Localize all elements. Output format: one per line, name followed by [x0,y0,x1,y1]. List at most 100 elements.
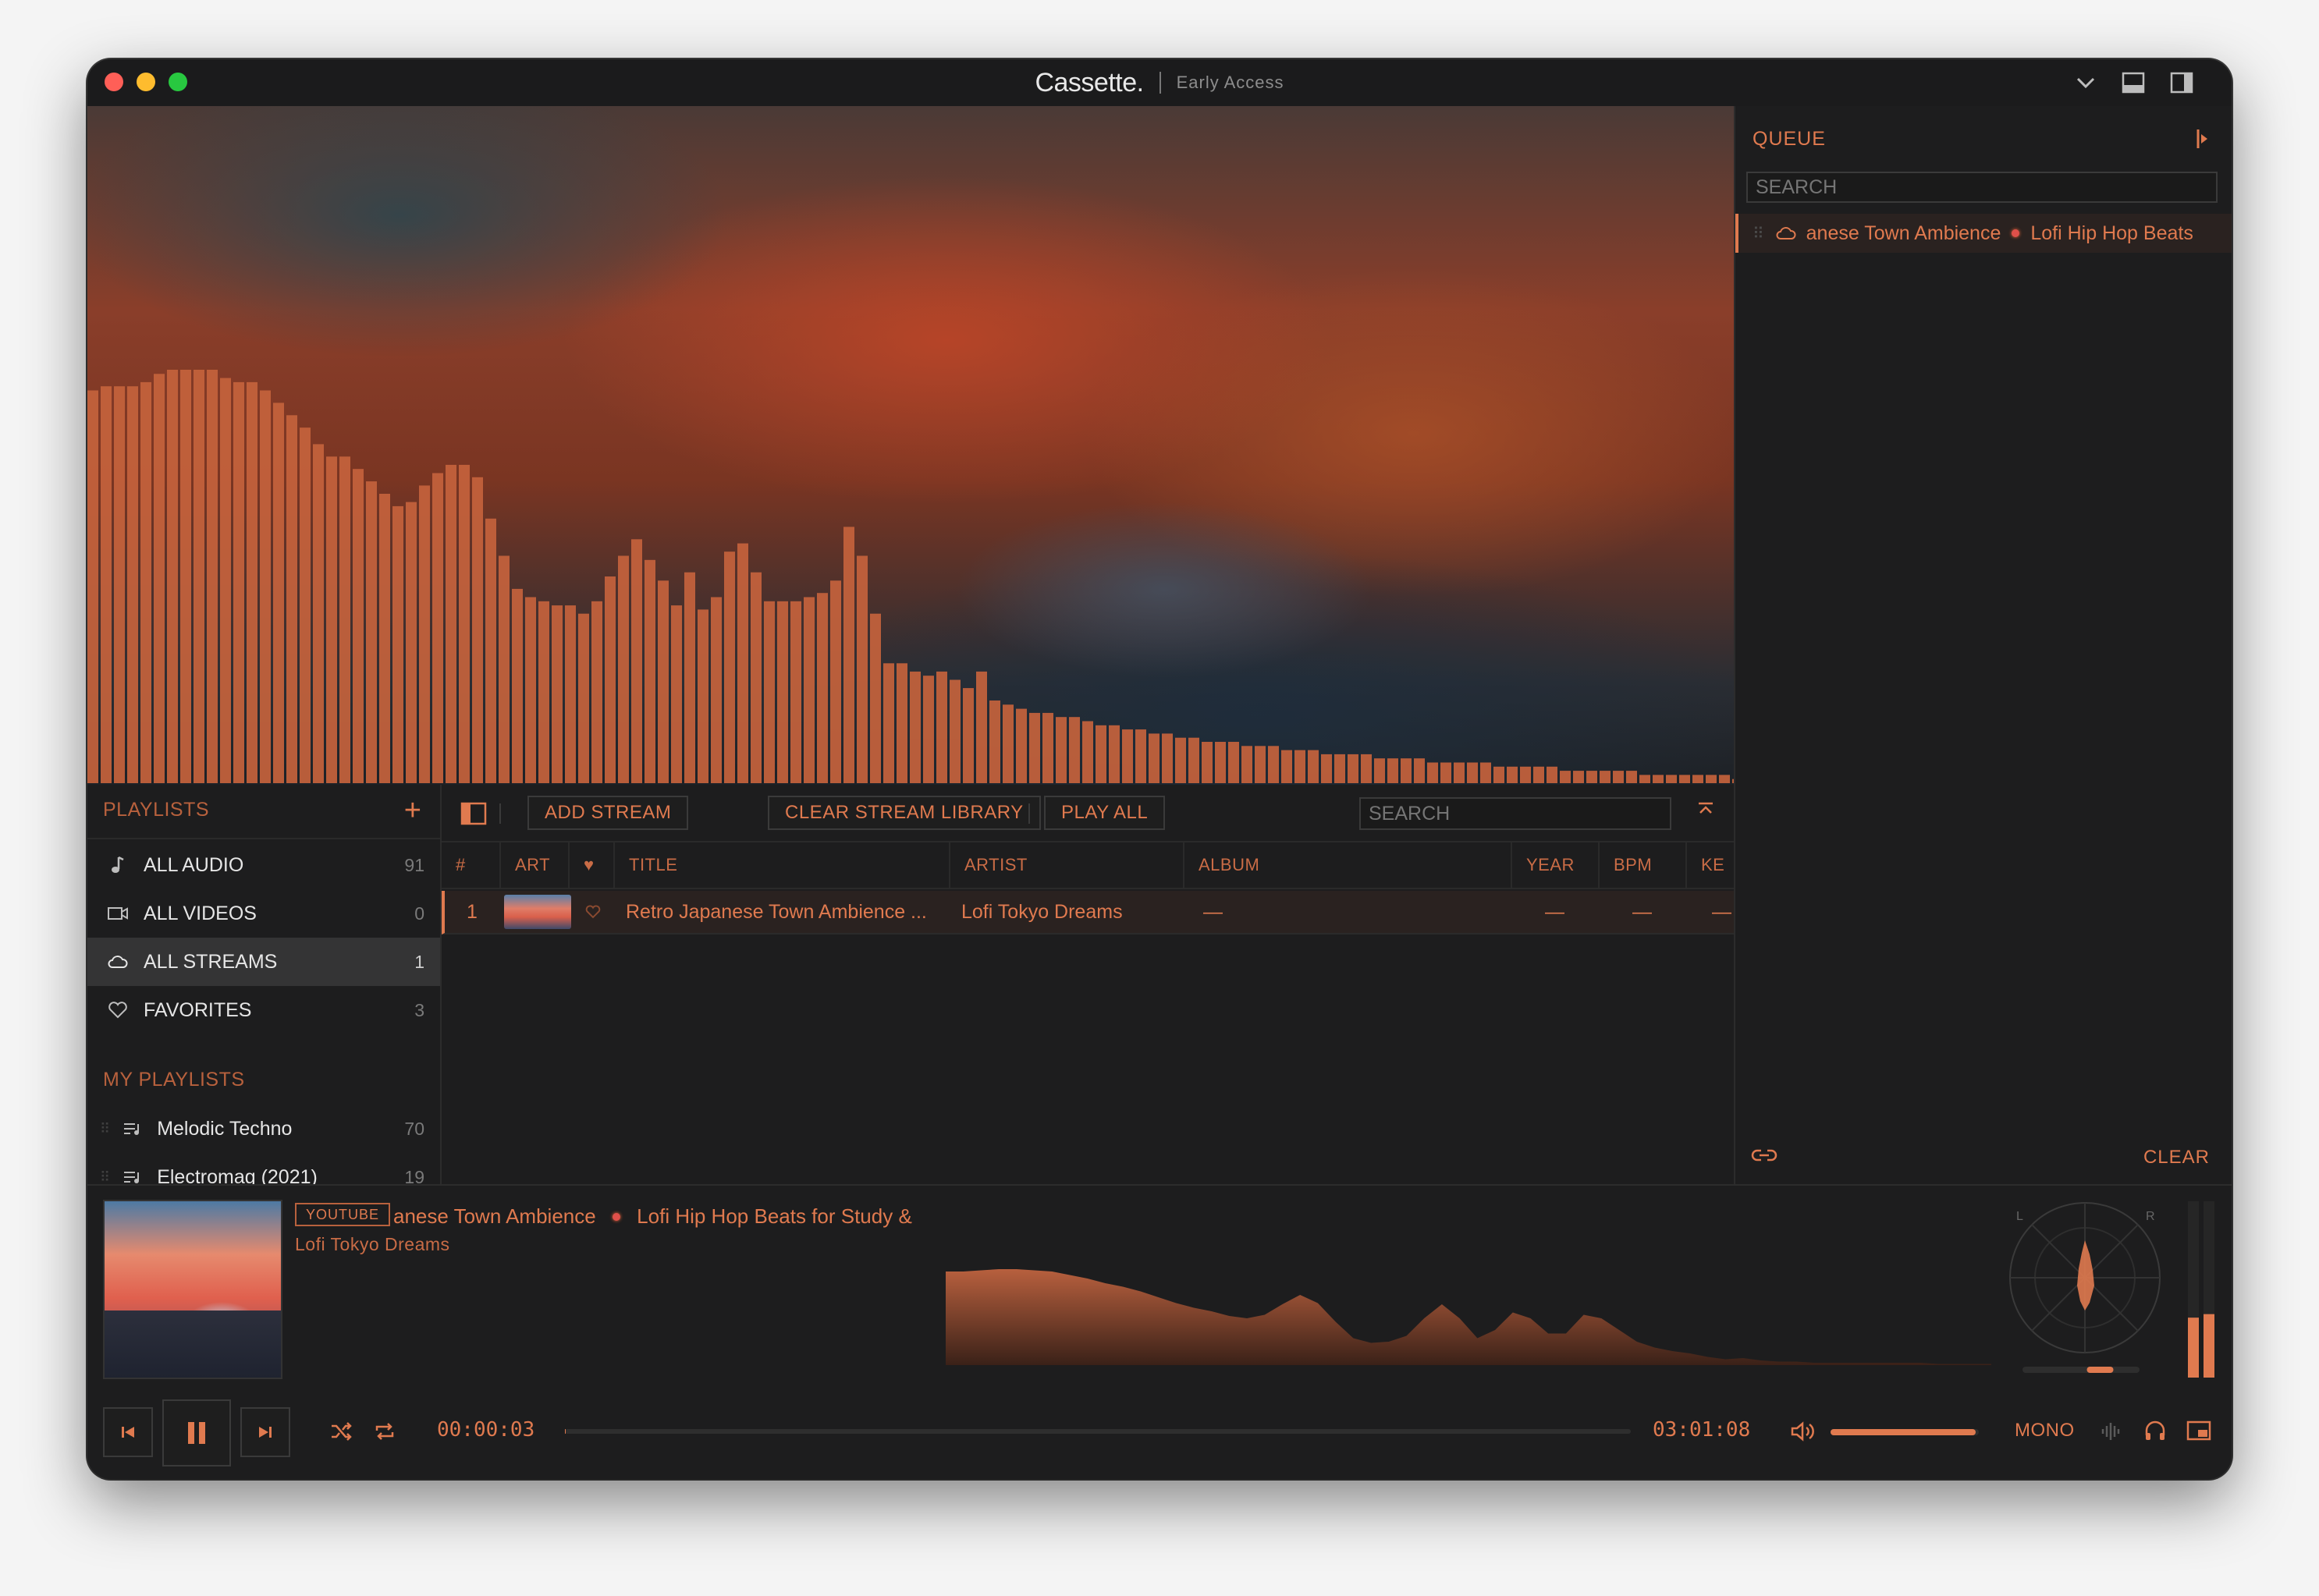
app-window: Cassette. Early Access QUEUE ⠿ [87,59,2232,1479]
volume-slider[interactable] [1831,1429,1979,1435]
add-playlist-button[interactable]: + [404,796,421,825]
waveform-display[interactable] [946,1248,1991,1365]
column-header-artist[interactable]: ARTIST [950,842,1184,888]
previous-track-button[interactable] [103,1407,153,1457]
column-header-bpm[interactable]: BPM [1600,842,1687,888]
spectrum-bar [737,543,748,783]
sidebar-item-all-streams[interactable]: ALL STREAMS 1 [87,938,440,986]
dropdown-chevron-icon[interactable] [2074,71,2097,94]
playlist-count: 70 [404,1118,424,1139]
spectrum-bar [751,572,762,783]
waveform-area [946,1269,1991,1365]
collapse-up-icon[interactable] [1696,800,1715,823]
sidebar-item-all-audio[interactable]: ALL AUDIO 91 [87,841,440,889]
queue-search-input[interactable] [1746,172,2218,203]
now-playing-artist: Lofi Tokyo Dreams [295,1234,450,1254]
side-panel-icon[interactable] [2169,70,2194,95]
shuffle-icon[interactable] [329,1420,353,1447]
play-all-button[interactable]: PLAY ALL [1044,796,1166,830]
playlist-icon [123,1169,143,1184]
picture-in-picture-icon[interactable] [2186,1420,2211,1445]
skip-back-icon [122,1427,134,1438]
headphones-icon[interactable] [2143,1418,2168,1447]
title-separator [1159,72,1161,94]
clear-stream-library-button[interactable]: CLEAR STREAM LIBRARY [768,796,1041,830]
mono-toggle[interactable]: MONO [2015,1420,2075,1442]
column-header-number[interactable]: # [442,842,501,888]
link-icon[interactable] [1751,1146,1777,1169]
next-track-button[interactable] [240,1407,290,1457]
spectrum-bar [525,597,536,783]
spectrum-bar [711,597,722,783]
pause-button[interactable] [162,1399,231,1467]
row-favorite-heart-icon[interactable] [585,891,601,933]
playlist-item-melodic-techno[interactable]: ⠿ Melodic Techno 70 [87,1105,440,1153]
volume-icon[interactable] [1790,1420,1815,1447]
spectrum-bar [485,518,496,783]
sidebar-item-all-videos[interactable]: ALL VIDEOS 0 [87,889,440,938]
sidebar-item-favorites[interactable]: FAVORITES 3 [87,986,440,1034]
repeat-icon[interactable] [373,1420,396,1447]
toggle-sidebar-icon[interactable] [460,802,487,829]
close-window-button[interactable] [105,73,123,91]
spectrum-bar [1573,771,1584,783]
spectrum-bar [1202,742,1213,783]
drag-handle-icon[interactable]: ⠿ [1753,224,1764,243]
library-search-input[interactable] [1359,797,1671,830]
queue-item[interactable]: ⠿ anese Town Ambience Lofi Hip Hop Beats [1735,214,2232,253]
spectrum-bar [1361,754,1372,783]
playlist-item-electromag[interactable]: ⠿ Electromag (2021) 19 [87,1153,440,1185]
spectrum-bar [1692,775,1703,783]
spectrum-bar [207,370,218,783]
video-camera-icon [106,906,130,921]
toolbar-separator [1028,803,1030,824]
album-art [103,1200,282,1379]
spectrum-bar [446,464,456,783]
sidebar-item-label: ALL VIDEOS [144,902,257,924]
spectrum-bar [87,390,98,783]
spectrum-bar [764,601,775,783]
audio-waves-icon[interactable] [2099,1420,2122,1447]
zoom-window-button[interactable] [169,73,187,91]
minimize-window-button[interactable] [137,73,155,91]
table-row[interactable]: 1 Retro Japanese Town Ambience ... Lofi … [442,891,1734,935]
column-header-art[interactable]: ART [501,842,570,888]
spectrum-bar [989,700,1000,783]
spectrum-bar [1719,775,1730,783]
spectrum-bar [366,481,377,783]
spectrum-bar [645,559,655,783]
spectrum-bar [565,605,576,783]
column-header-title[interactable]: TITLE [615,842,950,888]
playlist-label: Melodic Techno [157,1117,293,1140]
seek-bar[interactable] [565,1429,1631,1434]
column-header-key[interactable]: KE [1687,842,1734,888]
row-title: Retro Japanese Town Ambience ... [626,900,927,923]
add-stream-button[interactable]: ADD STREAM [527,796,689,830]
bottom-panel-icon[interactable] [2121,70,2146,95]
title-bar: Cassette. Early Access [87,59,2232,106]
spectrum-bar [1149,733,1160,783]
spectrum-bar [406,502,417,783]
drag-handle-icon[interactable]: ⠿ [100,1121,110,1137]
now-playing-title: anese Town Ambience Lofi Hip Hop Beats f… [393,1204,939,1229]
spectrum-bars [87,370,1734,784]
spectrum-bar [1228,742,1239,783]
pause-icon [188,1422,205,1444]
column-header-album[interactable]: ALBUM [1184,842,1512,888]
spectrum-bar [724,552,735,783]
clear-queue-button[interactable]: CLEAR [2143,1147,2210,1169]
spectrum-bar [392,505,403,783]
spectrum-bar [923,676,934,783]
column-header-year[interactable]: YEAR [1512,842,1600,888]
column-header-favorite[interactable]: ♥ [570,842,615,888]
drag-handle-icon[interactable]: ⠿ [100,1169,110,1185]
collapse-queue-icon[interactable] [2196,128,2211,154]
transport-controls: 00:00:03 03:01:08 MONO [87,1396,2232,1467]
balance-indicator [2086,1367,2114,1373]
spectrum-bar [1427,762,1438,783]
spectrum-bar [1653,775,1664,783]
spectrum-bar [1533,766,1544,783]
spectrum-bar [1029,712,1040,783]
spectrum-bar [631,539,642,783]
spectrum-bar [339,456,350,783]
